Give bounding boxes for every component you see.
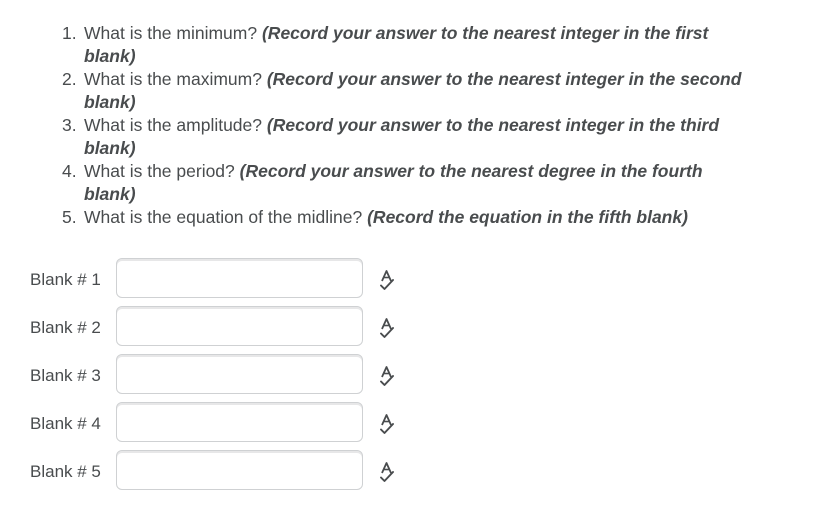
question-number: 5. bbox=[62, 207, 77, 227]
blank-input-1[interactable] bbox=[116, 258, 363, 298]
spellcheck-icon[interactable] bbox=[377, 413, 397, 435]
blank-label: Blank # 2 bbox=[30, 318, 101, 337]
question-body: What is the equation of the midline? (Re… bbox=[84, 206, 752, 229]
blank-input-5[interactable] bbox=[116, 450, 363, 490]
blank-label: Blank # 5 bbox=[30, 462, 101, 481]
question-text: What is the period? bbox=[84, 161, 235, 181]
question-text: What is the equation of the midline? bbox=[84, 207, 363, 227]
blank-input-4[interactable] bbox=[116, 402, 363, 442]
question-item-2: 2. What is the maximum? (Record your ans… bbox=[62, 68, 752, 114]
blank-row-1: Blank # 1 bbox=[0, 258, 813, 300]
question-body: What is the period? (Record your answer … bbox=[84, 160, 752, 206]
spellcheck-icon[interactable] bbox=[377, 461, 397, 483]
question-text: What is the maximum? bbox=[84, 69, 262, 89]
blank-row-4: Blank # 4 bbox=[0, 402, 813, 444]
question-instruction: (Record the equation in the fifth blank) bbox=[367, 207, 688, 227]
blank-row-2: Blank # 2 bbox=[0, 306, 813, 348]
blank-input-3[interactable] bbox=[116, 354, 363, 394]
question-number: 3. bbox=[62, 115, 77, 135]
spellcheck-icon[interactable] bbox=[377, 317, 397, 339]
blank-row-3: Blank # 3 bbox=[0, 354, 813, 396]
question-number: 2. bbox=[62, 69, 77, 89]
question-item-3: 3. What is the amplitude? (Record your a… bbox=[62, 114, 752, 160]
blank-label: Blank # 1 bbox=[30, 270, 101, 289]
question-text: What is the amplitude? bbox=[84, 115, 263, 135]
question-number: 1. bbox=[62, 23, 77, 43]
question-item-4: 4. What is the period? (Record your answ… bbox=[62, 160, 752, 206]
question-body: What is the maximum? (Record your answer… bbox=[84, 68, 752, 114]
question-item-1: 1. What is the minimum? (Record your ans… bbox=[62, 22, 752, 68]
blank-label: Blank # 4 bbox=[30, 414, 101, 433]
question-body: What is the amplitude? (Record your answ… bbox=[84, 114, 752, 160]
blank-input-2[interactable] bbox=[116, 306, 363, 346]
question-number: 4. bbox=[62, 161, 77, 181]
question-list: 1. What is the minimum? (Record your ans… bbox=[62, 22, 752, 229]
question-item-5: 5. What is the equation of the midline? … bbox=[62, 206, 752, 229]
blank-row-5: Blank # 5 bbox=[0, 450, 813, 492]
question-text: What is the minimum? bbox=[84, 23, 258, 43]
blank-label: Blank # 3 bbox=[30, 366, 101, 385]
spellcheck-icon[interactable] bbox=[377, 365, 397, 387]
spellcheck-icon[interactable] bbox=[377, 269, 397, 291]
question-body: What is the minimum? (Record your answer… bbox=[84, 22, 752, 68]
